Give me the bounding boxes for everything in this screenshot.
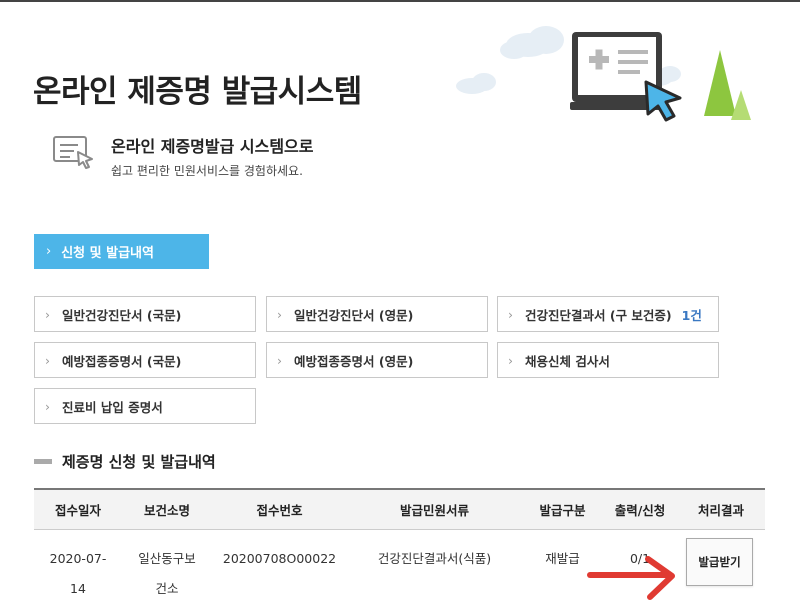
cert-button-label: 예방접종증명서 (국문)	[62, 353, 182, 369]
cell-date-line: 2020-07-	[49, 551, 107, 566]
section-bar-icon	[34, 459, 52, 464]
column-header: 출력/신청	[614, 503, 666, 518]
tab-history-label: 신청 및 발급내역	[61, 246, 154, 261]
cert-button-label: 채용신체 검사서	[525, 353, 610, 369]
cert-button-label: 진료비 납입 증명서	[62, 399, 163, 415]
chevron-right-icon: ›	[45, 306, 50, 322]
document-cursor-icon	[53, 136, 93, 169]
cert-button-employment-exam[interactable]: › 채용신체 검사서	[497, 342, 719, 378]
cell-date: 2020-07- 14	[34, 544, 122, 604]
issue-button[interactable]: 발급받기	[686, 538, 753, 586]
cert-button-general-kr[interactable]: › 일반건강진단서 (국문)	[34, 296, 256, 332]
cell-center-line: 건소	[155, 581, 179, 596]
cert-button-label: 일반건강진단서 (영문)	[294, 307, 414, 323]
cell-receipt-number: 20200708O00022	[222, 551, 337, 566]
cert-button-vaccination-en[interactable]: › 예방접종증명서 (영문)	[266, 342, 488, 378]
column-header: 접수번호	[256, 503, 303, 518]
column-header: 처리결과	[697, 503, 744, 518]
top-border	[0, 0, 800, 2]
cert-button-label: 건강진단결과서 (구 보건증)	[525, 307, 672, 323]
page-title: 온라인 제증명 발급시스템	[33, 74, 362, 110]
cert-button-vaccination-kr[interactable]: › 예방접종증명서 (국문)	[34, 342, 256, 378]
chevron-right-icon: ›	[45, 398, 50, 414]
chevron-right-icon: ›	[277, 352, 282, 368]
red-arrow-pointer-icon	[587, 556, 675, 600]
tab-history[interactable]: › 신청 및 발급내역	[34, 234, 209, 269]
cert-button-general-en[interactable]: › 일반건강진단서 (영문)	[266, 296, 488, 332]
cell-center-line: 일산동구보	[138, 551, 196, 566]
chevron-right-icon: ›	[508, 306, 513, 322]
cert-button-label: 예방접종증명서 (영문)	[294, 353, 414, 369]
table-header: 접수일자 보건소명 접수번호 발급민원서류 발급구분 출력/신청 처리결과	[34, 488, 765, 530]
chevron-right-icon: ›	[277, 306, 282, 322]
column-header: 발급민원서류	[399, 503, 469, 518]
column-header: 접수일자	[54, 503, 101, 518]
intro-title: 온라인 제증명발급 시스템으로	[111, 137, 314, 156]
cell-document: 건강진단결과서(식품)	[377, 551, 492, 566]
chevron-right-icon: ›	[508, 352, 513, 368]
computer-cursor-illustration-icon	[456, 26, 751, 122]
chevron-right-icon: ›	[45, 352, 50, 368]
chevron-right-icon: ›	[46, 244, 52, 259]
cert-count-badge: 1건	[681, 307, 702, 323]
section-title-text: 제증명 신청 및 발급내역	[62, 453, 216, 471]
cell-date-line: 14	[70, 581, 86, 596]
column-header: 발급구분	[539, 503, 586, 518]
cert-button-health-result[interactable]: › 건강진단결과서 (구 보건증) 1건	[497, 296, 719, 332]
cert-button-medical-payment[interactable]: › 진료비 납입 증명서	[34, 388, 256, 424]
cert-button-label: 일반건강진단서 (국문)	[62, 307, 182, 323]
column-header: 보건소명	[143, 503, 190, 518]
intro-subtitle: 쉽고 편리한 민원서비스를 경험하세요.	[111, 164, 303, 178]
section-title: 제증명 신청 및 발급내역	[34, 451, 216, 472]
cell-center: 일산동구보 건소	[122, 544, 212, 604]
